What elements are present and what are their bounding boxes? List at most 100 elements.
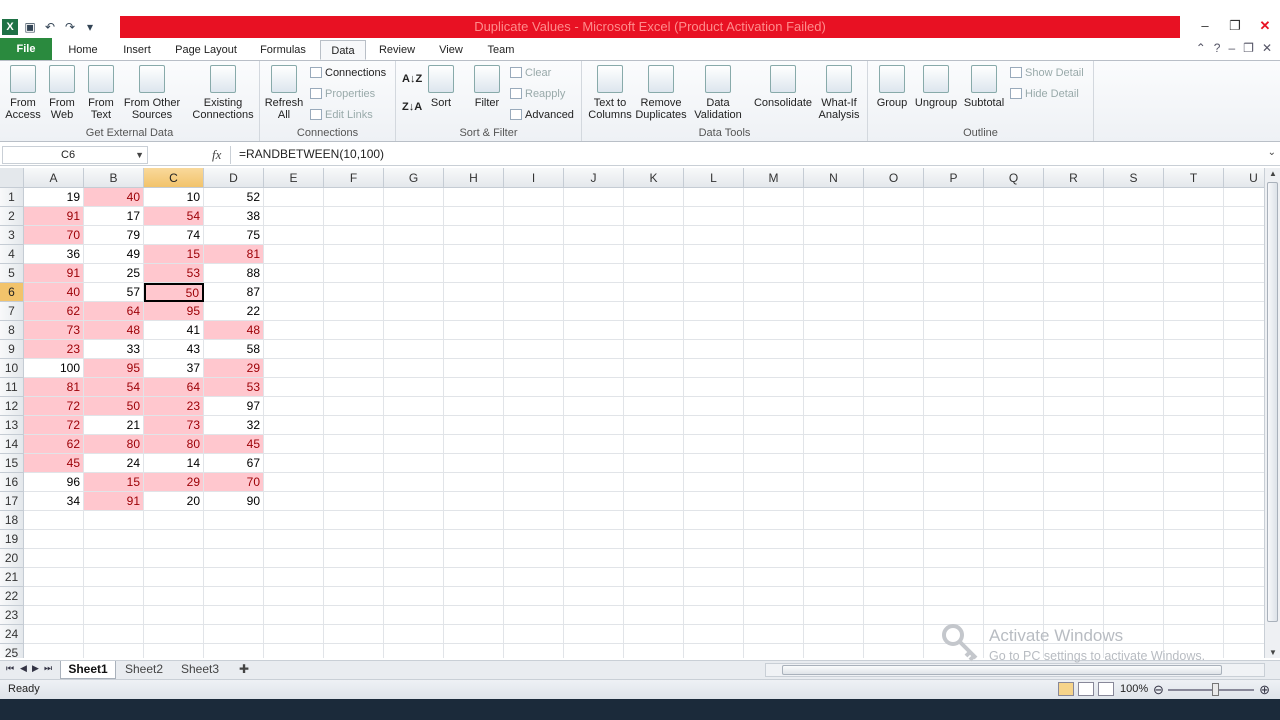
- cell-n13[interactable]: [804, 416, 864, 435]
- cell-d13[interactable]: 32: [204, 416, 264, 435]
- cell-b13[interactable]: 21: [84, 416, 144, 435]
- cell-g23[interactable]: [384, 606, 444, 625]
- cell-n8[interactable]: [804, 321, 864, 340]
- cell-d6[interactable]: 87: [204, 283, 264, 302]
- cell-p2[interactable]: [924, 207, 984, 226]
- cell-h23[interactable]: [444, 606, 504, 625]
- cell-d23[interactable]: [204, 606, 264, 625]
- cell-h19[interactable]: [444, 530, 504, 549]
- cell-l6[interactable]: [684, 283, 744, 302]
- cell-c1[interactable]: 10: [144, 188, 204, 207]
- cell-b4[interactable]: 49: [84, 245, 144, 264]
- cell-e12[interactable]: [264, 397, 324, 416]
- cell-s7[interactable]: [1104, 302, 1164, 321]
- cell-d3[interactable]: 75: [204, 226, 264, 245]
- cell-f2[interactable]: [324, 207, 384, 226]
- tab-review[interactable]: Review: [372, 40, 422, 60]
- cell-t18[interactable]: [1164, 511, 1224, 530]
- cell-l14[interactable]: [684, 435, 744, 454]
- cell-k24[interactable]: [624, 625, 684, 644]
- cell-d1[interactable]: 52: [204, 188, 264, 207]
- cell-p10[interactable]: [924, 359, 984, 378]
- cell-c9[interactable]: 43: [144, 340, 204, 359]
- cell-t12[interactable]: [1164, 397, 1224, 416]
- cell-q10[interactable]: [984, 359, 1044, 378]
- cell-p20[interactable]: [924, 549, 984, 568]
- cell-a3[interactable]: 70: [24, 226, 84, 245]
- row-header-24[interactable]: 24: [0, 625, 24, 644]
- undo-icon[interactable]: ↶: [42, 20, 58, 34]
- cell-t7[interactable]: [1164, 302, 1224, 321]
- cell-k10[interactable]: [624, 359, 684, 378]
- cell-f1[interactable]: [324, 188, 384, 207]
- cell-o23[interactable]: [864, 606, 924, 625]
- cell-q15[interactable]: [984, 454, 1044, 473]
- cell-s2[interactable]: [1104, 207, 1164, 226]
- cell-c21[interactable]: [144, 568, 204, 587]
- cell-n20[interactable]: [804, 549, 864, 568]
- column-header-f[interactable]: F: [324, 168, 384, 188]
- cell-a15[interactable]: 45: [24, 454, 84, 473]
- cell-s4[interactable]: [1104, 245, 1164, 264]
- cell-f8[interactable]: [324, 321, 384, 340]
- cell-u18[interactable]: [1224, 511, 1264, 530]
- cell-h17[interactable]: [444, 492, 504, 511]
- cell-b18[interactable]: [84, 511, 144, 530]
- cell-h16[interactable]: [444, 473, 504, 492]
- cell-u4[interactable]: [1224, 245, 1264, 264]
- cell-t8[interactable]: [1164, 321, 1224, 340]
- cell-q8[interactable]: [984, 321, 1044, 340]
- column-header-r[interactable]: R: [1044, 168, 1104, 188]
- cell-p7[interactable]: [924, 302, 984, 321]
- cell-o15[interactable]: [864, 454, 924, 473]
- cell-o22[interactable]: [864, 587, 924, 606]
- cell-g17[interactable]: [384, 492, 444, 511]
- cell-q7[interactable]: [984, 302, 1044, 321]
- cell-h7[interactable]: [444, 302, 504, 321]
- cell-f7[interactable]: [324, 302, 384, 321]
- cell-r18[interactable]: [1044, 511, 1104, 530]
- cell-l9[interactable]: [684, 340, 744, 359]
- tab-page-layout[interactable]: Page Layout: [168, 40, 244, 60]
- page-break-view-icon[interactable]: [1098, 682, 1114, 696]
- cell-u9[interactable]: [1224, 340, 1264, 359]
- cell-u13[interactable]: [1224, 416, 1264, 435]
- cell-e14[interactable]: [264, 435, 324, 454]
- sheet-tab-sheet2[interactable]: Sheet2: [118, 661, 170, 679]
- cell-e22[interactable]: [264, 587, 324, 606]
- cell-b11[interactable]: 54: [84, 378, 144, 397]
- cell-m13[interactable]: [744, 416, 804, 435]
- cell-c25[interactable]: [144, 644, 204, 658]
- cell-p4[interactable]: [924, 245, 984, 264]
- cell-e1[interactable]: [264, 188, 324, 207]
- cell-e18[interactable]: [264, 511, 324, 530]
- cell-k19[interactable]: [624, 530, 684, 549]
- cell-m1[interactable]: [744, 188, 804, 207]
- cell-m3[interactable]: [744, 226, 804, 245]
- cell-j12[interactable]: [564, 397, 624, 416]
- cell-k5[interactable]: [624, 264, 684, 283]
- next-sheet-icon[interactable]: ▶: [32, 663, 39, 674]
- cell-o3[interactable]: [864, 226, 924, 245]
- cell-s13[interactable]: [1104, 416, 1164, 435]
- cell-s8[interactable]: [1104, 321, 1164, 340]
- cell-u2[interactable]: [1224, 207, 1264, 226]
- chevron-down-icon[interactable]: ▼: [135, 147, 144, 163]
- cell-h11[interactable]: [444, 378, 504, 397]
- cell-k2[interactable]: [624, 207, 684, 226]
- cell-b5[interactable]: 25: [84, 264, 144, 283]
- cell-s10[interactable]: [1104, 359, 1164, 378]
- cell-k11[interactable]: [624, 378, 684, 397]
- row-header-23[interactable]: 23: [0, 606, 24, 625]
- minimize-button[interactable]: –: [1190, 16, 1220, 38]
- cell-h12[interactable]: [444, 397, 504, 416]
- cell-r20[interactable]: [1044, 549, 1104, 568]
- cell-c13[interactable]: 73: [144, 416, 204, 435]
- redo-icon[interactable]: ↷: [62, 20, 78, 34]
- close-button[interactable]: ✕: [1250, 16, 1280, 38]
- from-other-sources-button[interactable]: From Other Sources: [122, 65, 182, 121]
- cell-c3[interactable]: 74: [144, 226, 204, 245]
- from-text-button[interactable]: From Text: [84, 65, 118, 121]
- cell-f20[interactable]: [324, 549, 384, 568]
- row-header-1[interactable]: 1: [0, 188, 24, 207]
